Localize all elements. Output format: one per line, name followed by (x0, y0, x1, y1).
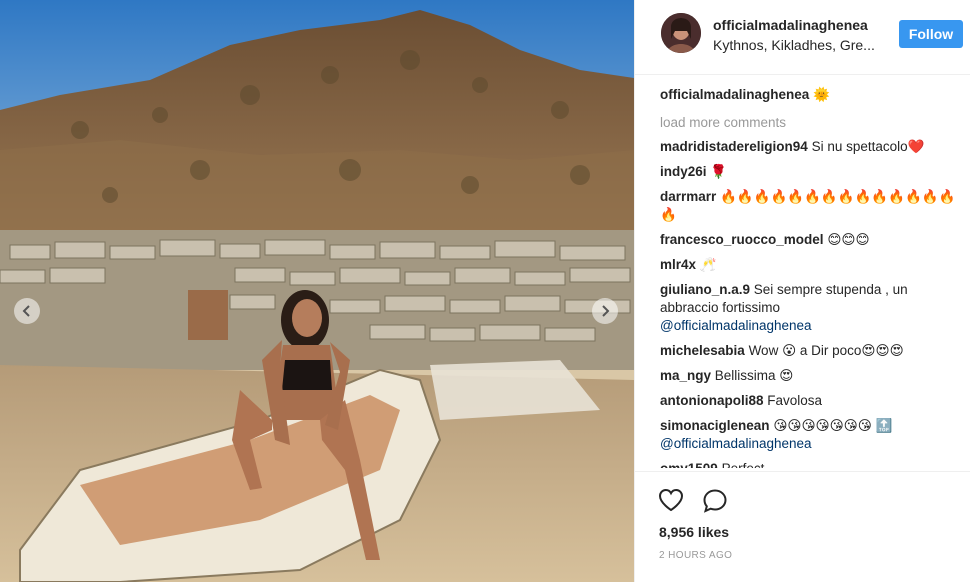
caption-text: 🌞 (813, 87, 830, 102)
comment-username[interactable]: darrmarr (660, 189, 716, 204)
comment-mention-link[interactable]: @officialmadalinaghenea (660, 436, 812, 451)
post-caption: officialmadalinaghenea 🌞 (660, 86, 960, 104)
comments-list[interactable]: officialmadalinaghenea 🌞 load more comme… (660, 86, 960, 468)
comment-item: antonionapoli88 Favolosa (660, 392, 960, 410)
comment-username[interactable]: francesco_ruocco_model (660, 232, 824, 247)
post-header: officialmadalinaghenea Kythnos, Kikladhe… (635, 0, 970, 75)
comment-item: ma_ngy Bellissima 😍 (660, 367, 960, 385)
comment-text: Favolosa (767, 393, 823, 408)
comment-username[interactable]: madridistadereligion94 (660, 139, 808, 154)
avatar-image (661, 13, 701, 53)
follow-button[interactable]: Follow (899, 20, 963, 48)
comment-username[interactable]: omy1509 (660, 461, 718, 468)
comment-username[interactable]: simonaciglenean (660, 418, 770, 433)
comment-text: 😘😘😘😘😘😘😘 🔝 (773, 418, 893, 433)
post-author-username[interactable]: officialmadalinaghenea (713, 17, 868, 33)
comment-text: Bellissima 😍 (714, 368, 794, 383)
comment-username[interactable]: michelesabia (660, 343, 745, 358)
comment-text: Wow 😮 a Dir poco😍😍😍 (748, 343, 904, 358)
comment-item: madridistadereligion94 Si nu spettacolo❤… (660, 138, 960, 156)
comment-item: francesco_ruocco_model 😊😊😊 (660, 231, 960, 249)
comment-icon (703, 489, 727, 513)
comment-username[interactable]: mlr4x (660, 257, 696, 272)
comment-item: giuliano_n.a.9 Sei sempre stupenda , un … (660, 281, 960, 335)
comment-item: michelesabia Wow 😮 a Dir poco😍😍😍 (660, 342, 960, 360)
comment-item: indy26i 🌹 (660, 163, 960, 181)
heart-icon (658, 488, 684, 512)
caption-username[interactable]: officialmadalinaghenea (660, 87, 809, 102)
next-photo-button[interactable] (592, 298, 618, 324)
chevron-left-icon (22, 305, 30, 317)
comment-item: darrmarr 🔥🔥🔥🔥🔥🔥🔥🔥🔥🔥🔥🔥🔥🔥🔥 (660, 188, 960, 224)
comment-item: mlr4x 🥂 (660, 256, 960, 274)
avatar[interactable] (661, 13, 701, 53)
like-button[interactable] (658, 488, 684, 517)
comment-item: simonaciglenean 😘😘😘😘😘😘😘 🔝 @officialmadali… (660, 417, 960, 453)
comment-text: 🌹 (710, 164, 728, 179)
likes-count[interactable]: 8,956 likes (659, 524, 729, 540)
comment-item: omy1509 Perfect (660, 460, 960, 468)
previous-photo-button[interactable] (14, 298, 40, 324)
comment-username[interactable]: antonionapoli88 (660, 393, 764, 408)
post-photo[interactable] (0, 0, 634, 582)
comment-button[interactable] (702, 488, 728, 519)
comment-username[interactable]: giuliano_n.a.9 (660, 282, 750, 297)
comment-username[interactable]: ma_ngy (660, 368, 711, 383)
post-location[interactable]: Kythnos, Kikladhes, Gre... (713, 37, 883, 53)
comment-username[interactable]: indy26i (660, 164, 707, 179)
beach-photo-illustration (0, 0, 634, 582)
chevron-right-icon (602, 305, 610, 317)
comment-container: madridistadereligion94 Si nu spettacolo❤… (660, 138, 960, 468)
comment-text: 🥂 (699, 257, 717, 272)
comment-text: Perfect (722, 461, 765, 468)
comment-text: Si nu spettacolo❤️ (811, 139, 925, 154)
load-more-comments-link[interactable]: load more comments (660, 114, 960, 132)
comment-mention-link[interactable]: @officialmadalinaghenea (660, 318, 812, 333)
post-timestamp[interactable]: 2 HOURS AGO (659, 550, 732, 561)
comment-text: 😊😊😊 (827, 232, 870, 247)
post-actions: 8,956 likes 2 HOURS AGO (634, 471, 970, 583)
